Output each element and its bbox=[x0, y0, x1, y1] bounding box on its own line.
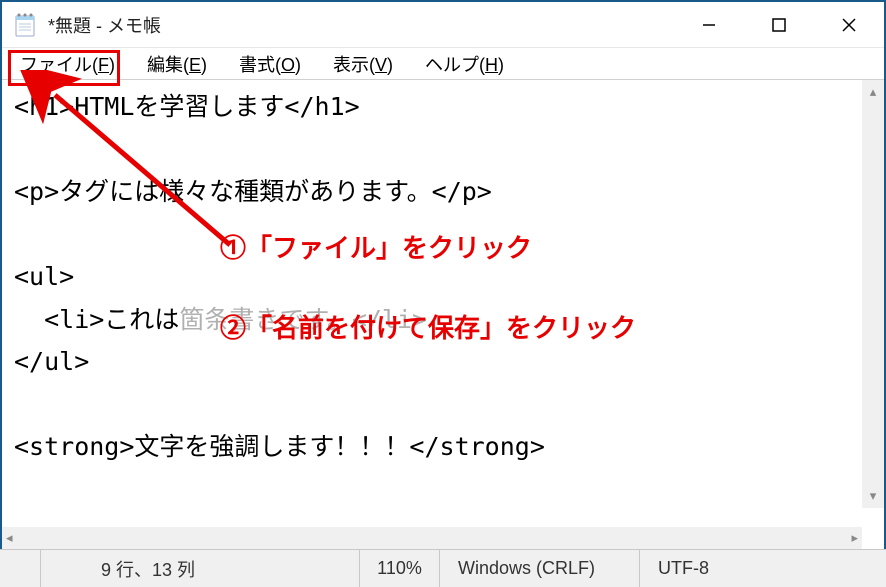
menu-edit[interactable]: 編集(E) bbox=[141, 49, 213, 79]
menu-edit-label: 編集 bbox=[147, 55, 183, 75]
menu-help-label: ヘルプ bbox=[425, 55, 479, 75]
status-zoom: 110% bbox=[360, 550, 440, 587]
menu-edit-mnemonic: E bbox=[189, 55, 201, 75]
editor-line: <p>タグには様々な種類があります。</p> bbox=[14, 171, 872, 214]
menu-view-label: 表示 bbox=[333, 55, 369, 75]
menu-file-label: ファイル bbox=[20, 55, 92, 75]
scroll-left-icon[interactable]: ◂ bbox=[2, 526, 17, 550]
menu-help[interactable]: ヘルプ(H) bbox=[419, 49, 510, 79]
menu-help-mnemonic: H bbox=[485, 55, 498, 75]
editor-line: </ul> bbox=[14, 341, 872, 384]
editor-line-part: <li>これは bbox=[14, 305, 179, 334]
menu-format-label: 書式 bbox=[239, 55, 275, 75]
scroll-right-icon[interactable]: ▸ bbox=[847, 526, 862, 550]
menu-view-mnemonic: V bbox=[375, 55, 387, 75]
statusbar: 9 行、13 列 110% Windows (CRLF) UTF-8 bbox=[0, 549, 886, 587]
titlebar: *無題 - メモ帳 bbox=[2, 2, 884, 48]
minimize-button[interactable] bbox=[674, 2, 744, 48]
scroll-up-icon[interactable]: ▴ bbox=[866, 80, 881, 104]
menu-file[interactable]: ファイル(F) bbox=[14, 49, 121, 79]
close-button[interactable] bbox=[814, 2, 884, 48]
notepad-icon bbox=[14, 12, 36, 38]
status-position: 9 行、13 列 bbox=[40, 550, 360, 587]
window-title: *無題 - メモ帳 bbox=[48, 12, 674, 38]
status-line-ending: Windows (CRLF) bbox=[440, 550, 640, 587]
menubar: ファイル(F) 編集(E) 書式(O) 表示(V) ヘルプ(H) bbox=[2, 48, 884, 80]
scroll-down-icon[interactable]: ▾ bbox=[866, 484, 881, 508]
editor-line bbox=[14, 129, 872, 172]
annotation-step-1: ①「ファイル」をクリック bbox=[220, 228, 532, 265]
maximize-button[interactable] bbox=[744, 2, 814, 48]
menu-file-mnemonic: F bbox=[98, 55, 109, 75]
status-encoding: UTF-8 bbox=[640, 550, 886, 587]
menu-format[interactable]: 書式(O) bbox=[233, 49, 307, 79]
editor-content[interactable]: <h1>HTMLを学習します</h1> <p>タグには様々な種類があります。</… bbox=[2, 80, 884, 508]
window-controls bbox=[674, 2, 884, 47]
menu-view[interactable]: 表示(V) bbox=[327, 49, 399, 79]
vertical-scrollbar[interactable]: ▴ ▾ bbox=[862, 80, 884, 508]
editor-line bbox=[14, 384, 872, 427]
horizontal-scrollbar[interactable]: ◂ ▸ bbox=[2, 527, 862, 549]
editor-line: <h1>HTMLを学習します</h1> bbox=[14, 86, 872, 129]
menu-format-mnemonic: O bbox=[281, 55, 295, 75]
annotation-step-2: ②「名前を付けて保存」をクリック bbox=[220, 308, 636, 345]
editor-line: <strong>文字を強調します！！！</strong> bbox=[14, 426, 872, 469]
